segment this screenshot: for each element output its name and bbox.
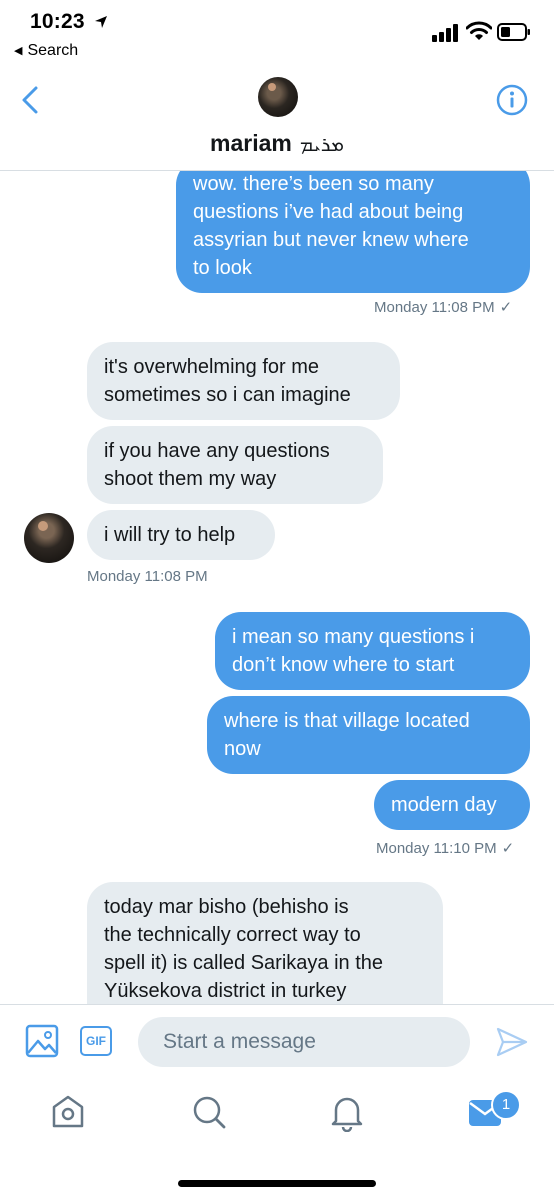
message-bubble-received[interactable]: if you have any questions shoot them my … <box>87 426 383 504</box>
status-bar: 10:23 ◀ Search <box>0 0 554 70</box>
message-bubble-received[interactable]: it's overwhelming for me sometimes so i … <box>87 342 400 420</box>
message-bubble-sent[interactable]: modern day <box>374 780 530 830</box>
read-check-icon: ✓ <box>501 840 515 857</box>
message-line: where is that village located <box>224 710 470 732</box>
message-line: today mar bisho (behisho is <box>104 896 349 918</box>
back-chevron-icon[interactable] <box>16 84 44 116</box>
message-line: modern day <box>391 794 497 816</box>
conversation-title[interactable]: mariam ܡܪܝܡ <box>0 130 554 157</box>
photo-icon[interactable] <box>25 1024 59 1058</box>
message-line: i mean so many questions i <box>232 626 475 648</box>
message-line: i will try to help <box>104 524 236 546</box>
message-line: now <box>224 738 261 760</box>
messages-badge: 1 <box>491 1090 521 1120</box>
status-time: 10:23 <box>30 10 85 33</box>
message-list[interactable]: wow. there’s been so many questions i’ve… <box>0 170 554 1004</box>
message-line: Yüksekova district in turkey <box>104 980 347 1002</box>
message-composer: GIF <box>0 1004 554 1079</box>
back-to-search-link[interactable]: ◀ Search <box>14 42 78 60</box>
read-check-icon: ✓ <box>499 299 513 316</box>
sender-avatar[interactable] <box>24 513 74 563</box>
search-icon[interactable] <box>189 1092 229 1132</box>
contact-name-script: ܡܪܝܡ <box>299 132 344 156</box>
message-line: shoot them my way <box>104 468 277 490</box>
message-line: don’t know where to start <box>232 654 455 676</box>
message-line: to look <box>193 257 252 279</box>
info-icon[interactable] <box>496 84 528 116</box>
message-bubble-received[interactable]: i will try to help <box>87 510 275 560</box>
location-arrow-icon <box>95 16 107 28</box>
message-bubble-sent[interactable]: wow. there’s been so many questions i’ve… <box>176 170 530 293</box>
notifications-icon[interactable] <box>327 1092 367 1132</box>
back-triangle-icon: ◀ <box>14 45 23 57</box>
message-line: if you have any questions <box>104 440 330 462</box>
wifi-icon <box>466 21 492 40</box>
message-timestamp: Monday 11:10 PM ✓ <box>376 839 514 857</box>
message-line: wow. there’s been so many <box>193 173 434 195</box>
battery-icon <box>497 23 530 41</box>
message-line: assyrian but never knew where <box>193 229 469 251</box>
conversation-header: mariam ܡܪܝܡ <box>0 70 554 171</box>
home-icon[interactable] <box>48 1092 88 1132</box>
cellular-signal-icon <box>432 24 458 42</box>
message-line: sometimes so i can imagine <box>104 384 351 406</box>
timestamp-text: Monday 11:10 PM <box>376 840 497 857</box>
message-line: it's overwhelming for me <box>104 356 319 378</box>
message-line: the technically correct way to <box>104 924 361 946</box>
message-input[interactable] <box>138 1017 470 1067</box>
send-icon[interactable] <box>496 1027 528 1057</box>
home-indicator[interactable] <box>178 1180 376 1187</box>
back-search-label: Search <box>27 42 79 59</box>
header-avatar[interactable] <box>258 77 298 117</box>
message-bubble-sent[interactable]: i mean so many questions i don’t know wh… <box>215 612 530 690</box>
message-timestamp: Monday 11:08 PM ✓ <box>374 298 512 316</box>
message-timestamp: Monday 11:08 PM <box>87 568 208 585</box>
message-line: questions i’ve had about being <box>193 201 464 223</box>
timestamp-text: Monday 11:08 PM <box>374 299 495 316</box>
message-bubble-received[interactable]: today mar bisho (behisho is the technica… <box>87 882 443 1004</box>
contact-name: mariam <box>210 130 292 156</box>
message-line: spell it) is called Sarikaya in the <box>104 952 384 974</box>
gif-icon[interactable]: GIF <box>80 1026 112 1056</box>
timestamp-text: Monday 11:08 PM <box>87 568 208 585</box>
message-bubble-sent[interactable]: where is that village located now <box>207 696 530 774</box>
